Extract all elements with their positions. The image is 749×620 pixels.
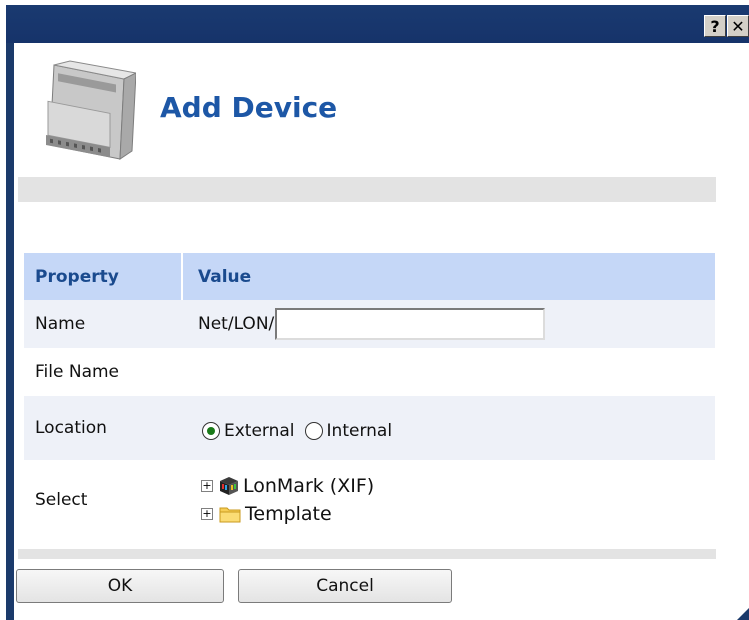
table-row-location: Location External Internal <box>24 396 715 460</box>
table-header-row: Property Value <box>24 253 715 300</box>
help-button[interactable]: ? <box>704 15 726 37</box>
cancel-button[interactable]: Cancel <box>238 569 452 603</box>
select-tree: + LonMark (XIF) + Template <box>201 472 374 528</box>
add-device-dialog: ? ✕ Add Device Property Value Name Net/L… <box>6 5 749 620</box>
dialog-titlebar[interactable]: ? ✕ <box>6 5 749 43</box>
close-button[interactable]: ✕ <box>727 15 749 37</box>
lonmark-cube-icon <box>220 477 238 495</box>
expand-icon[interactable]: + <box>201 480 213 492</box>
close-icon: ✕ <box>731 16 745 36</box>
table-row-select: Select + LonMark (XIF) + Template <box>24 460 715 540</box>
tree-item-template[interactable]: + Template <box>201 500 374 528</box>
folder-icon <box>219 507 241 523</box>
table-row-file-name: File Name <box>24 348 715 396</box>
tree-item-label: LonMark (XIF) <box>243 475 375 497</box>
location-radio-internal[interactable]: Internal <box>304 421 393 441</box>
dialog-content: Add Device Property Value Name Net/LON/ … <box>14 43 749 620</box>
expand-icon[interactable]: + <box>201 508 213 520</box>
location-radio-group: External Internal <box>202 421 402 441</box>
column-header-property: Property <box>24 253 183 300</box>
location-radio-external[interactable]: External <box>202 421 295 441</box>
radio-label-external: External <box>224 421 295 441</box>
name-prefix: Net/LON/ <box>198 314 275 334</box>
column-header-value: Value <box>198 266 252 287</box>
resize-grip[interactable] <box>737 608 749 620</box>
separator-bar <box>18 177 716 202</box>
ok-button[interactable]: OK <box>16 569 224 603</box>
table-row-name: Name Net/LON/ <box>24 300 715 348</box>
tree-item-label: Template <box>245 503 332 525</box>
name-input[interactable] <box>275 308 546 340</box>
location-label: Location <box>35 418 107 438</box>
radio-selected-icon[interactable] <box>202 422 220 440</box>
radio-unselected-icon[interactable] <box>304 422 323 440</box>
tree-item-lonmark[interactable]: + LonMark (XIF) <box>201 472 374 500</box>
help-icon: ? <box>710 16 720 36</box>
device-module-icon <box>46 60 136 160</box>
page-title: Add Device <box>160 91 338 124</box>
select-label: Select <box>35 490 88 510</box>
bottom-separator <box>18 549 716 559</box>
file-name-label: File Name <box>35 362 120 382</box>
property-table: Property Value Name Net/LON/ File Name L… <box>24 253 715 540</box>
name-label: Name <box>35 314 86 334</box>
radio-label-internal: Internal <box>326 421 393 441</box>
